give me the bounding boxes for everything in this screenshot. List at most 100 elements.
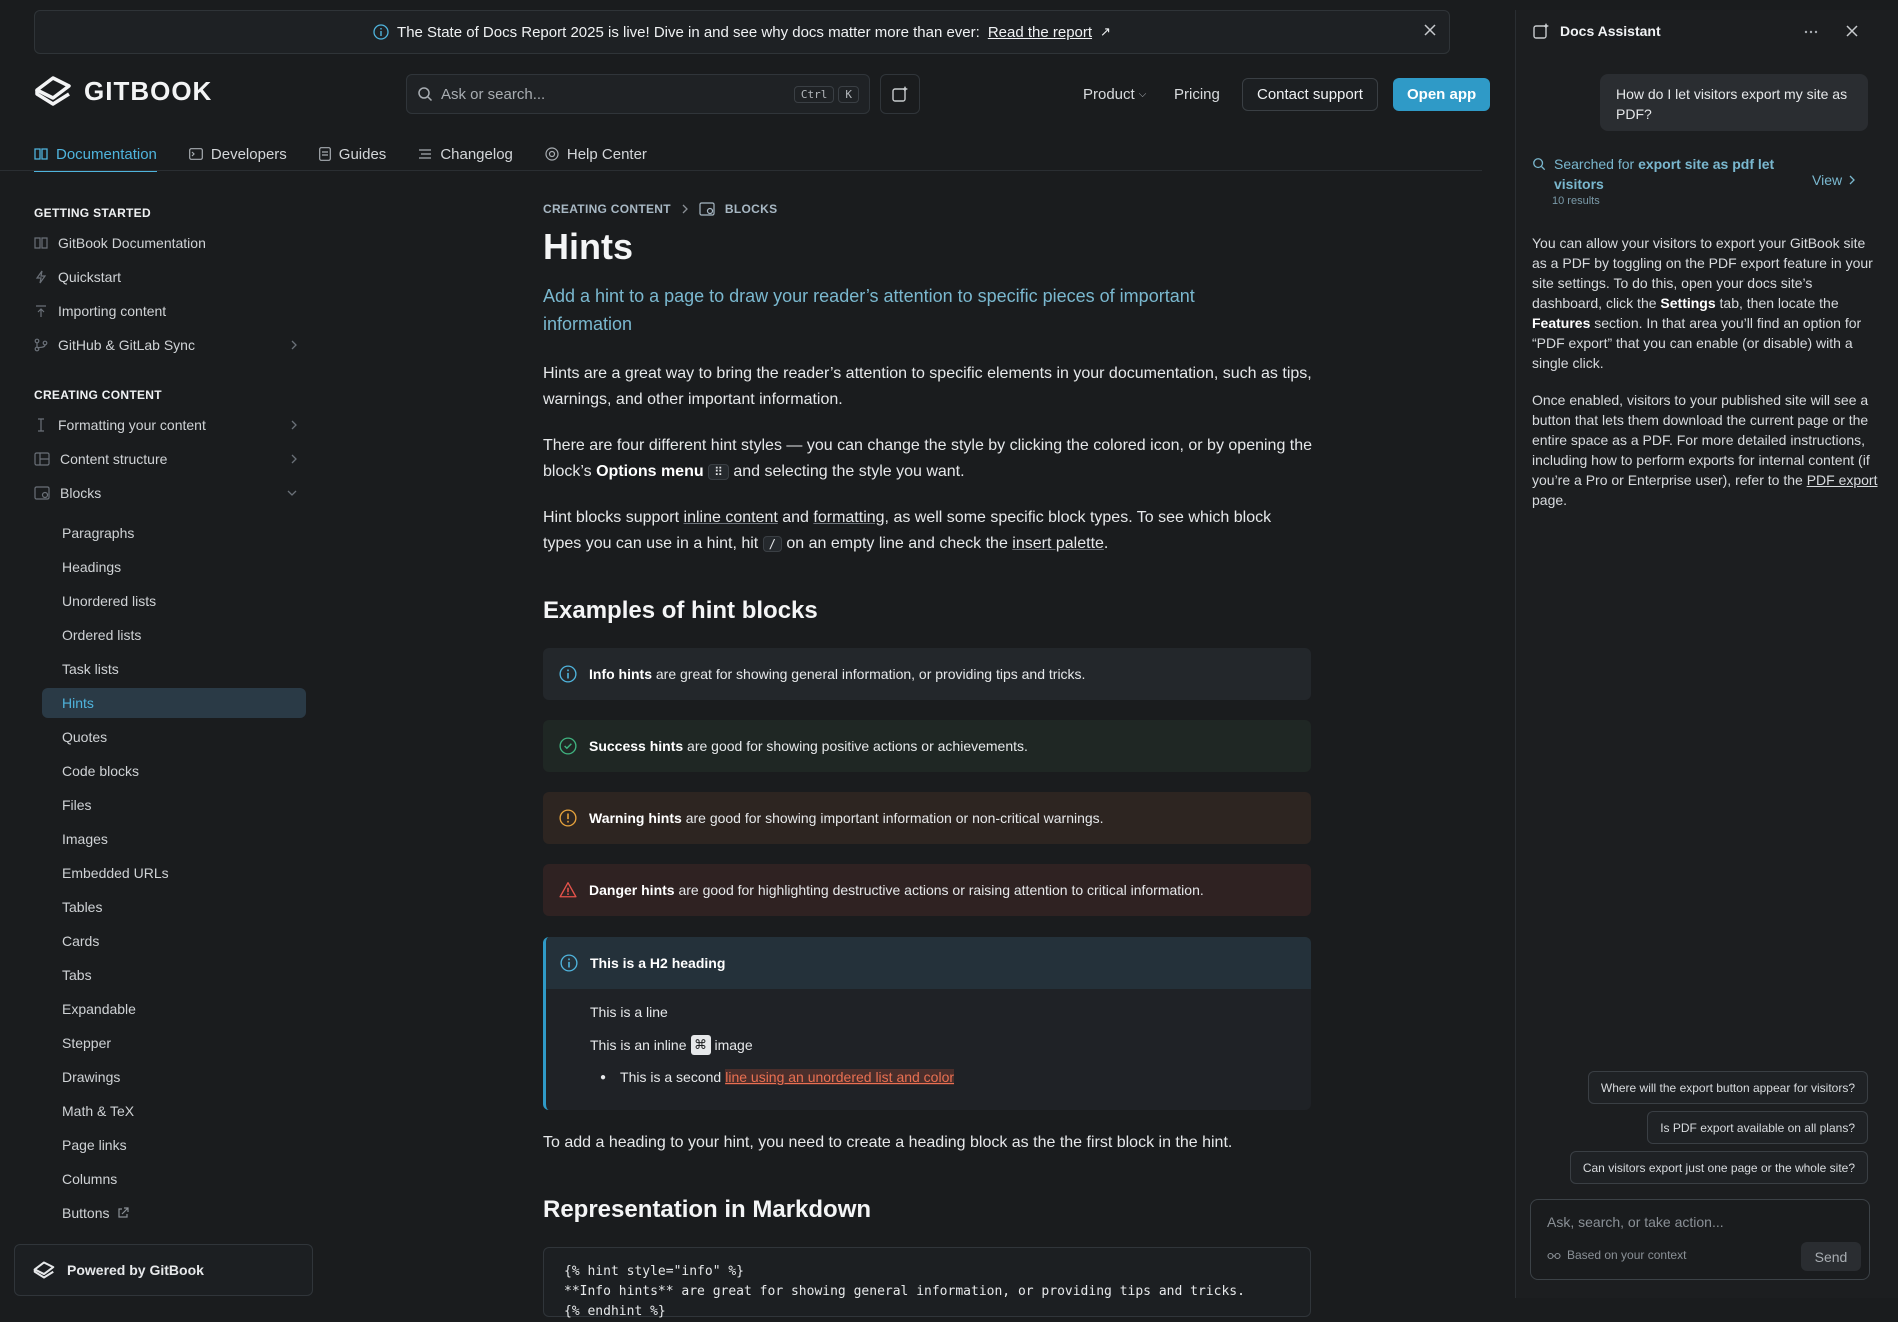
command-key-icon: ⌘ bbox=[690, 1035, 711, 1055]
search-placeholder: Ask or search... bbox=[441, 85, 546, 103]
announcement-banner: The State of Docs Report 2025 is live! D… bbox=[34, 10, 1450, 54]
external-arrow-icon: ↗ bbox=[1100, 24, 1111, 39]
danger-triangle-icon[interactable] bbox=[559, 881, 577, 899]
sidebar-item-page-links[interactable]: Page links bbox=[42, 1130, 306, 1160]
banner-link[interactable]: Read the report bbox=[988, 24, 1092, 41]
breadcrumb: CREATING CONTENT BLOCKS bbox=[543, 202, 777, 216]
success-hint: Success hints are good for showing posit… bbox=[543, 720, 1311, 772]
tab-help-center[interactable]: Help Center bbox=[545, 138, 647, 170]
terminal-icon bbox=[189, 148, 203, 160]
link-inline-content[interactable]: inline content bbox=[684, 509, 778, 526]
heading-examples: Examples of hint blocks bbox=[543, 597, 818, 624]
sidebar-item-paragraphs[interactable]: Paragraphs bbox=[42, 518, 306, 548]
sidebar-item-task-lists[interactable]: Task lists bbox=[42, 654, 306, 684]
chevron-right-icon[interactable] bbox=[290, 419, 298, 431]
tab-changelog[interactable]: Changelog bbox=[418, 138, 513, 170]
chat-composer: Based on your context Send bbox=[1530, 1199, 1870, 1280]
more-options-icon[interactable] bbox=[1803, 24, 1819, 40]
tab-developers[interactable]: Developers bbox=[189, 138, 287, 170]
contact-support-button[interactable]: Contact support bbox=[1242, 78, 1378, 111]
paragraph-heading-hint: To add a heading to your hint, you need … bbox=[543, 1134, 1233, 1151]
header-divider bbox=[0, 170, 1482, 171]
sidebar-item-tables[interactable]: Tables bbox=[42, 892, 306, 922]
link-pdf-export[interactable]: PDF export bbox=[1807, 472, 1878, 488]
sidebar-item-stepper[interactable]: Stepper bbox=[42, 1028, 306, 1058]
sidebar-item-tabs[interactable]: Tabs bbox=[42, 960, 306, 990]
info-icon[interactable] bbox=[559, 665, 577, 683]
chevron-right-icon bbox=[1849, 175, 1856, 185]
link-insert-palette[interactable]: insert palette bbox=[1012, 535, 1104, 552]
tab-documentation[interactable]: Documentation bbox=[34, 138, 157, 172]
search-input[interactable]: Ask or search... Ctrl K bbox=[406, 74, 870, 114]
blocks-icon bbox=[699, 202, 715, 216]
warning-circle-icon[interactable] bbox=[559, 809, 577, 827]
sidebar-item-content-structure[interactable]: Content structure bbox=[34, 444, 298, 474]
send-button[interactable]: Send bbox=[1801, 1242, 1861, 1271]
results-count: 10 results bbox=[1552, 195, 1600, 207]
chevron-down-icon[interactable] bbox=[286, 489, 298, 497]
info-hint: Info hints are great for showing general… bbox=[543, 648, 1311, 700]
sidebar-item-formatting[interactable]: Formatting your content bbox=[34, 410, 298, 440]
suggestion-chip[interactable]: Can visitors export just one page or the… bbox=[1569, 1151, 1868, 1184]
sidebar-item-cards[interactable]: Cards bbox=[42, 926, 306, 956]
context-indicator[interactable]: Based on your context bbox=[1547, 1248, 1686, 1262]
sidebar-item-gitbook-documentation[interactable]: GitBook Documentation bbox=[34, 228, 298, 258]
assistant-answer-paragraph: You can allow your visitors to export yo… bbox=[1532, 235, 1873, 371]
assistant-answer-paragraph: Once enabled, visitors to your published… bbox=[1532, 392, 1878, 508]
close-icon[interactable] bbox=[1423, 23, 1437, 37]
suggestion-chip[interactable]: Where will the export button appear for … bbox=[1587, 1071, 1868, 1104]
suggestion-chip[interactable]: Is PDF export available on all plans? bbox=[1647, 1111, 1868, 1144]
sidebar-item-code-blocks[interactable]: Code blocks bbox=[42, 756, 306, 786]
nav-pricing[interactable]: Pricing bbox=[1174, 74, 1220, 114]
sidebar-item-hints[interactable]: Hints bbox=[42, 688, 306, 718]
search-icon bbox=[417, 86, 433, 102]
powered-by-gitbook[interactable]: Powered by GitBook bbox=[14, 1244, 313, 1296]
markdown-code-block[interactable]: {% hint style="info" %} **Info hints** a… bbox=[543, 1247, 1311, 1319]
sidebar-item-ordered-lists[interactable]: Ordered lists bbox=[42, 620, 306, 650]
ai-assistant-button[interactable] bbox=[880, 74, 920, 114]
nav-product[interactable]: Product ⌵ bbox=[1083, 74, 1146, 114]
breadcrumb-creating-content[interactable]: CREATING CONTENT bbox=[543, 202, 671, 216]
link-formatting[interactable]: formatting bbox=[813, 509, 884, 526]
text-cursor-icon bbox=[34, 418, 48, 432]
sidebar-item-quickstart[interactable]: Quickstart bbox=[34, 262, 298, 292]
sidebar-item-quotes[interactable]: Quotes bbox=[42, 722, 306, 752]
gitbook-logo-icon bbox=[34, 74, 72, 108]
chevron-right-icon[interactable] bbox=[290, 453, 298, 465]
chevron-right-icon[interactable] bbox=[290, 339, 298, 351]
sidebar-item-headings[interactable]: Headings bbox=[42, 552, 306, 582]
sidebar-item-drawings[interactable]: Drawings bbox=[42, 1062, 306, 1092]
sidebar-item-importing-content[interactable]: Importing content bbox=[34, 296, 298, 326]
hint-list-item: ● This is a second line using an unordered… bbox=[600, 1069, 955, 1085]
book-icon bbox=[34, 148, 48, 160]
sidebar-item-unordered-lists[interactable]: Unordered lists bbox=[42, 586, 306, 616]
keyboard-shortcut: Ctrl K bbox=[793, 85, 859, 103]
open-app-button[interactable]: Open app bbox=[1393, 78, 1491, 111]
sidebar-item-expandable[interactable]: Expandable bbox=[42, 994, 306, 1024]
sidebar-item-math-tex[interactable]: Math & TeX bbox=[42, 1096, 306, 1126]
sidebar-item-images[interactable]: Images bbox=[42, 824, 306, 854]
breadcrumb-blocks[interactable]: BLOCKS bbox=[725, 202, 777, 216]
info-icon bbox=[373, 24, 389, 40]
sidebar-item-embedded-urls[interactable]: Embedded URLs bbox=[42, 858, 306, 888]
close-icon[interactable] bbox=[1845, 24, 1859, 38]
banner-text: The State of Docs Report 2025 is live! D… bbox=[397, 23, 980, 41]
sidebar-item-columns[interactable]: Columns bbox=[42, 1164, 306, 1194]
hint-heading: This is a H2 heading bbox=[546, 937, 1311, 989]
hint-inline-image-line: This is an inline ⌘ image bbox=[590, 1035, 753, 1055]
warning-hint: Warning hints are good for showing impor… bbox=[543, 792, 1311, 844]
lightning-icon bbox=[34, 270, 48, 284]
info-icon[interactable] bbox=[560, 954, 578, 972]
page-title: Hints bbox=[543, 226, 633, 267]
sidebar-item-github-gitlab-sync[interactable]: GitHub & GitLab Sync bbox=[34, 330, 298, 360]
sidebar-item-files[interactable]: Files bbox=[42, 790, 306, 820]
sidebar-item-buttons[interactable]: Buttons bbox=[42, 1198, 306, 1228]
check-circle-icon[interactable] bbox=[559, 737, 577, 755]
tab-guides[interactable]: Guides bbox=[318, 138, 386, 170]
glasses-icon bbox=[1547, 1250, 1561, 1260]
layout-icon bbox=[34, 452, 50, 466]
view-results-button[interactable]: View bbox=[1812, 172, 1856, 188]
chat-input[interactable] bbox=[1547, 1210, 1847, 1234]
gitbook-logo[interactable]: GITBOOK bbox=[34, 74, 212, 108]
sidebar-item-blocks[interactable]: Blocks bbox=[34, 478, 298, 508]
